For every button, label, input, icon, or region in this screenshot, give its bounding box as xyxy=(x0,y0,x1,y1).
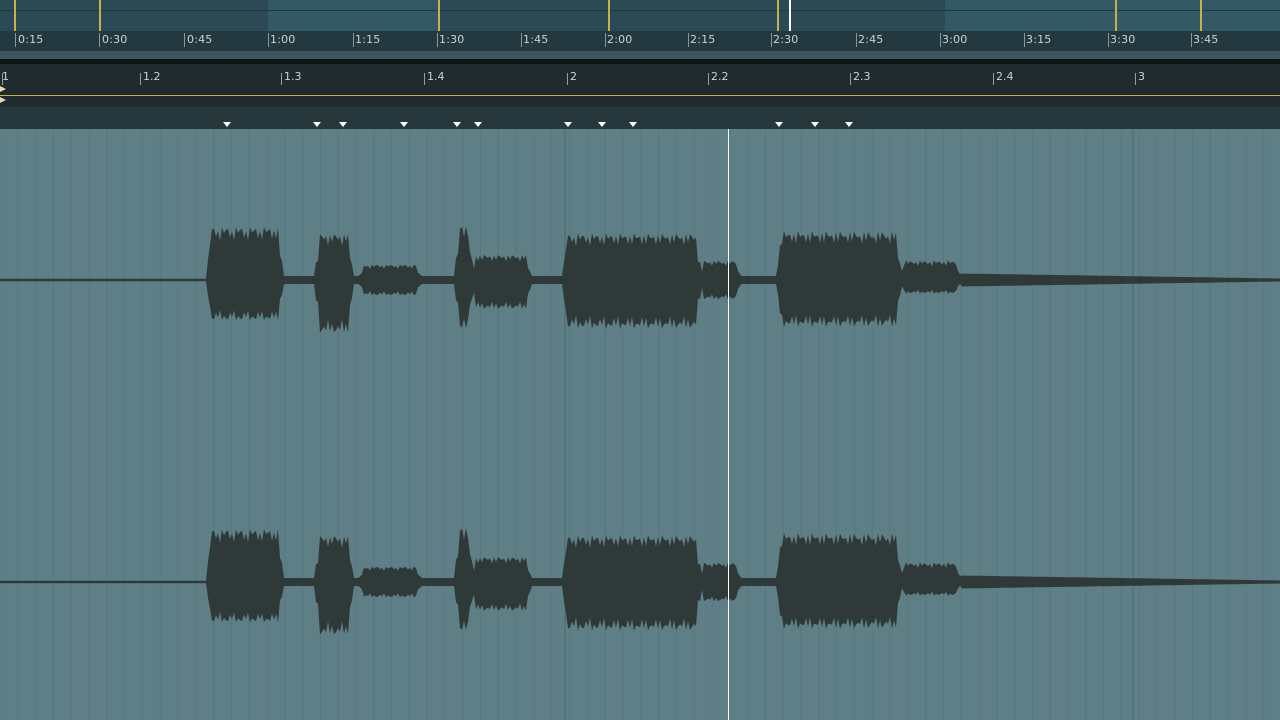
beat-label: 2.3 xyxy=(853,70,871,83)
beat-tick xyxy=(993,73,994,85)
overview-track-line xyxy=(0,10,1280,11)
time-tick xyxy=(1024,33,1025,47)
beat-label: 2 xyxy=(570,70,577,83)
warp-marker-icon[interactable] xyxy=(775,122,783,127)
playhead-icon[interactable] xyxy=(728,129,729,720)
overview-marker-line xyxy=(14,0,16,31)
warp-marker-icon[interactable] xyxy=(474,122,482,127)
time-tick xyxy=(940,33,941,47)
overview-marker-line xyxy=(608,0,610,31)
warp-marker-icon[interactable] xyxy=(313,122,321,127)
time-label: 1:45 xyxy=(523,33,549,46)
time-tick xyxy=(521,33,522,47)
beat-label: 3 xyxy=(1138,70,1145,83)
warp-marker-icon[interactable] xyxy=(598,122,606,127)
time-tick xyxy=(99,33,100,47)
time-label: 1:15 xyxy=(355,33,381,46)
time-tick xyxy=(437,33,438,47)
time-tick xyxy=(856,33,857,47)
left-channel-waveform xyxy=(0,226,1280,333)
warp-marker-icon[interactable] xyxy=(629,122,637,127)
time-label: 2:15 xyxy=(690,33,716,46)
time-tick xyxy=(15,33,16,47)
time-tick xyxy=(1108,33,1109,47)
beat-grid xyxy=(0,129,1265,720)
waveform-svg xyxy=(0,129,1280,720)
time-tick xyxy=(605,33,606,47)
warp-marker-icon[interactable] xyxy=(811,122,819,127)
overview-marker-line xyxy=(1200,0,1202,31)
time-label: 3:30 xyxy=(1110,33,1136,46)
loop-brace-icon[interactable] xyxy=(0,95,1280,96)
time-tick xyxy=(268,33,269,47)
time-label: 0:45 xyxy=(187,33,213,46)
beat-tick xyxy=(850,73,851,85)
time-label: 0:30 xyxy=(102,33,128,46)
time-label: 2:30 xyxy=(773,33,799,46)
beat-tick xyxy=(424,73,425,85)
beat-label: 1.4 xyxy=(427,70,445,83)
beat-tick xyxy=(140,73,141,85)
time-ruler[interactable]: 0:15 0:30 0:45 1:00 1:15 1:30 1:45 2:00 … xyxy=(0,31,1280,51)
overview-marker-line xyxy=(777,0,779,31)
overview-playhead-icon xyxy=(789,0,791,31)
overview-marker-line xyxy=(99,0,101,31)
time-label: 3:00 xyxy=(942,33,968,46)
time-label: 1:30 xyxy=(439,33,465,46)
time-label: 1:00 xyxy=(270,33,296,46)
beat-label: 1.2 xyxy=(143,70,161,83)
warp-marker-icon[interactable] xyxy=(453,122,461,127)
beat-tick xyxy=(708,73,709,85)
time-label: 2:00 xyxy=(607,33,633,46)
warp-marker-icon[interactable] xyxy=(400,122,408,127)
beat-label: 2.4 xyxy=(996,70,1014,83)
warp-marker-strip[interactable] xyxy=(0,107,1280,129)
warp-marker-icon[interactable] xyxy=(845,122,853,127)
warp-marker-icon[interactable] xyxy=(339,122,347,127)
time-label: 0:15 xyxy=(18,33,44,46)
loop-bar[interactable] xyxy=(0,85,1280,107)
beat-tick xyxy=(567,73,568,85)
beat-label: 2.2 xyxy=(711,70,729,83)
overview-highlight xyxy=(945,0,1280,32)
beat-tick xyxy=(1135,73,1136,85)
time-label: 3:45 xyxy=(1193,33,1219,46)
time-tick xyxy=(771,33,772,47)
right-channel-waveform xyxy=(0,528,1280,635)
time-tick xyxy=(184,33,185,47)
beat-tick xyxy=(281,73,282,85)
time-tick xyxy=(1191,33,1192,47)
time-label: 3:15 xyxy=(1026,33,1052,46)
arrangement-overview[interactable] xyxy=(0,0,1280,32)
time-tick xyxy=(688,33,689,47)
time-label: 2:45 xyxy=(858,33,884,46)
overview-highlight xyxy=(268,0,440,32)
loop-start-icon[interactable] xyxy=(0,85,8,107)
overview-marker-line xyxy=(1115,0,1117,31)
beat-label: 1 xyxy=(2,70,9,83)
time-tick xyxy=(353,33,354,47)
beat-label: 1.3 xyxy=(284,70,302,83)
overview-marker-line xyxy=(438,0,440,31)
waveform-display[interactable] xyxy=(0,129,1280,720)
warp-marker-icon[interactable] xyxy=(223,122,231,127)
warp-marker-icon[interactable] xyxy=(564,122,572,127)
beat-ruler[interactable]: 1 1.2 1.3 1.4 2 2.2 2.3 2.4 3 xyxy=(0,64,1280,85)
